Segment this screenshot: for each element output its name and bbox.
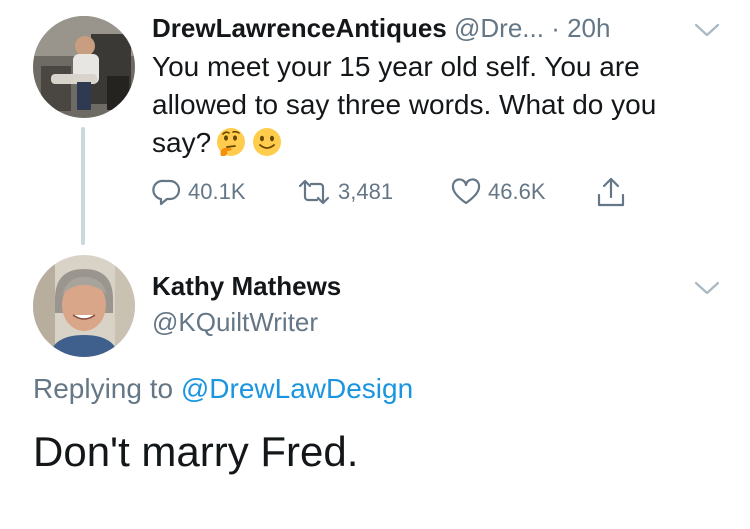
tweet-timestamp[interactable]: 20h: [567, 13, 610, 43]
avatar-drew-lawrence-antiques[interactable]: [33, 16, 135, 118]
reply-author-name[interactable]: Kathy Mathews: [152, 268, 341, 304]
reply-author-handle[interactable]: @KQuiltWriter: [152, 304, 318, 340]
slightly-smiling-face-emoji-icon: [251, 126, 283, 168]
reply-button[interactable]: 40.1K: [152, 172, 246, 212]
like-count: 46.6K: [488, 179, 546, 204]
share-button[interactable]: [595, 172, 633, 212]
reply-text: Don't marry Fred.: [33, 428, 359, 475]
tweet-text: You meet your 15 year old self. You are …: [152, 48, 732, 168]
tweet-separator: ·: [551, 13, 560, 43]
thinking-face-emoji-icon: [215, 126, 247, 168]
tweet-text-line-last: say?: [152, 124, 732, 168]
thread-connector-line: [81, 127, 85, 245]
tweet-text-line: say?: [152, 127, 212, 158]
avatar-kathy-mathews[interactable]: [33, 255, 135, 357]
tweet-actions-bar: 40.1K 3,481 46.6K: [152, 172, 652, 212]
heart-icon: [451, 178, 481, 205]
tweet-author-handle[interactable]: @Dre...: [454, 13, 544, 43]
reply-count: 40.1K: [188, 179, 246, 204]
share-icon: [597, 177, 625, 207]
replying-to-mention-link[interactable]: @DrewLawDesign: [181, 373, 413, 404]
tweet-header: DrewLawrenceAntiques @Dre... · 20h: [152, 8, 732, 48]
retweet-button[interactable]: 3,481: [296, 172, 393, 212]
tweet-menu-chevron-down-icon[interactable]: [694, 22, 720, 38]
retweet-icon: [298, 179, 330, 205]
replying-to-context: Replying to @DrewLawDesign: [33, 369, 413, 409]
reply-icon: [152, 179, 181, 206]
retweet-count: 3,481: [338, 179, 394, 204]
tweet-text-line: You meet your 15 year old self. You are: [152, 51, 640, 82]
like-button[interactable]: 46.6K: [450, 172, 546, 212]
tweet-text-line: allowed to say three words. What do you: [152, 89, 657, 120]
replying-to-label: Replying to: [33, 373, 174, 404]
tweet-author-name[interactable]: DrewLawrenceAntiques: [152, 13, 447, 43]
reply-menu-chevron-down-icon[interactable]: [694, 280, 720, 296]
